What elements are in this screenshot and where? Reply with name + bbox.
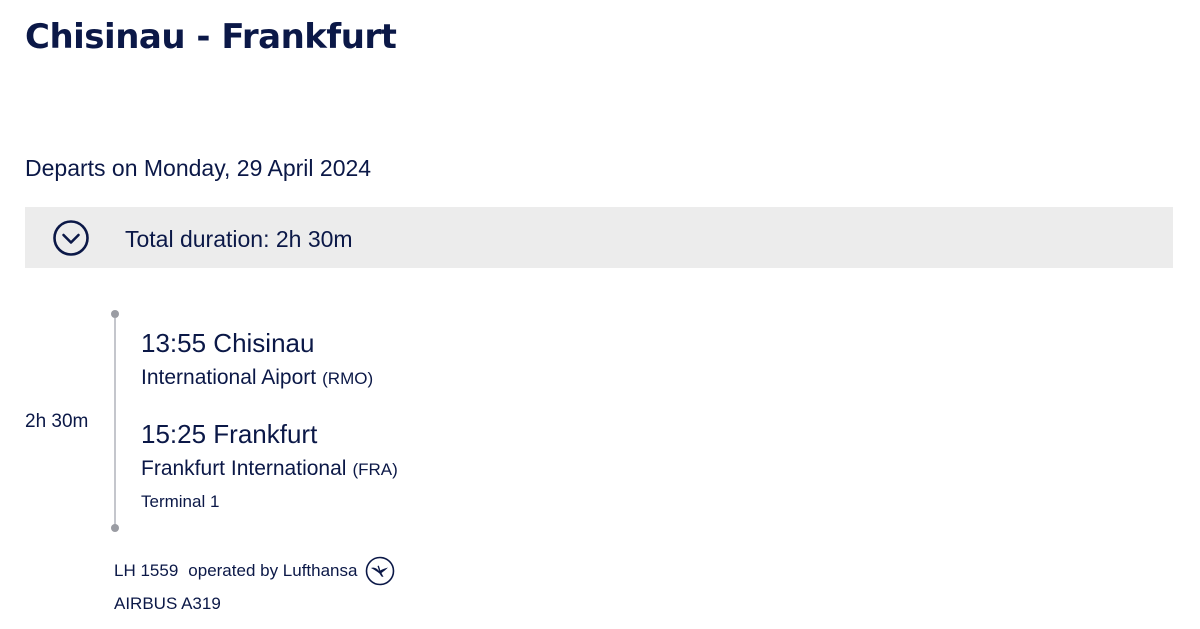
flight-details-page: Chisinau - Frankfurt Departs on Monday, … [0,0,1200,629]
arrival-airport-code: (FRA) [352,460,398,479]
arrival-airport: Frankfurt International [141,457,347,480]
departure-airport-line: International Aiport (RMO) [141,364,373,393]
timeline-start-dot [111,310,119,318]
departure-time-city: 13:55 Chisinau [141,328,315,358]
departure-airport: International Aiport [141,366,317,389]
flight-number: LH 1559 [114,561,179,580]
chevron-down-circle-icon[interactable] [52,219,90,257]
arrival-stop: 15:25 Frankfurt Frankfurt International (… [141,418,398,513]
lufthansa-crane-logo-icon [365,556,395,586]
arrival-airport-line: Frankfurt International (FRA) [141,455,398,484]
flight-info: LH 1559 operated by Lufthansa AIRBUS A31… [114,556,395,617]
duration-summary-bar[interactable]: Total duration: 2h 30m [25,207,1173,268]
operated-by: operated by Lufthansa [188,561,358,580]
departure-date: Departs on Monday, 29 April 2024 [25,155,372,181]
page-title: Chisinau - Frankfurt [25,17,397,57]
arrival-time-city: 15:25 Frankfurt [141,419,318,449]
departure-stop: 13:55 Chisinau International Aiport (RMO) [141,327,373,393]
flight-operator-row: LH 1559 operated by Lufthansa [114,556,395,586]
departure-airport-code: (RMO) [322,369,374,388]
arrival-terminal: Terminal 1 [141,492,220,511]
timeline-line [114,318,116,526]
total-duration: Total duration: 2h 30m [125,226,353,252]
segment-duration: 2h 30m [25,411,89,432]
aircraft-type: AIRBUS A319 [114,594,221,613]
timeline-end-dot [111,524,119,532]
